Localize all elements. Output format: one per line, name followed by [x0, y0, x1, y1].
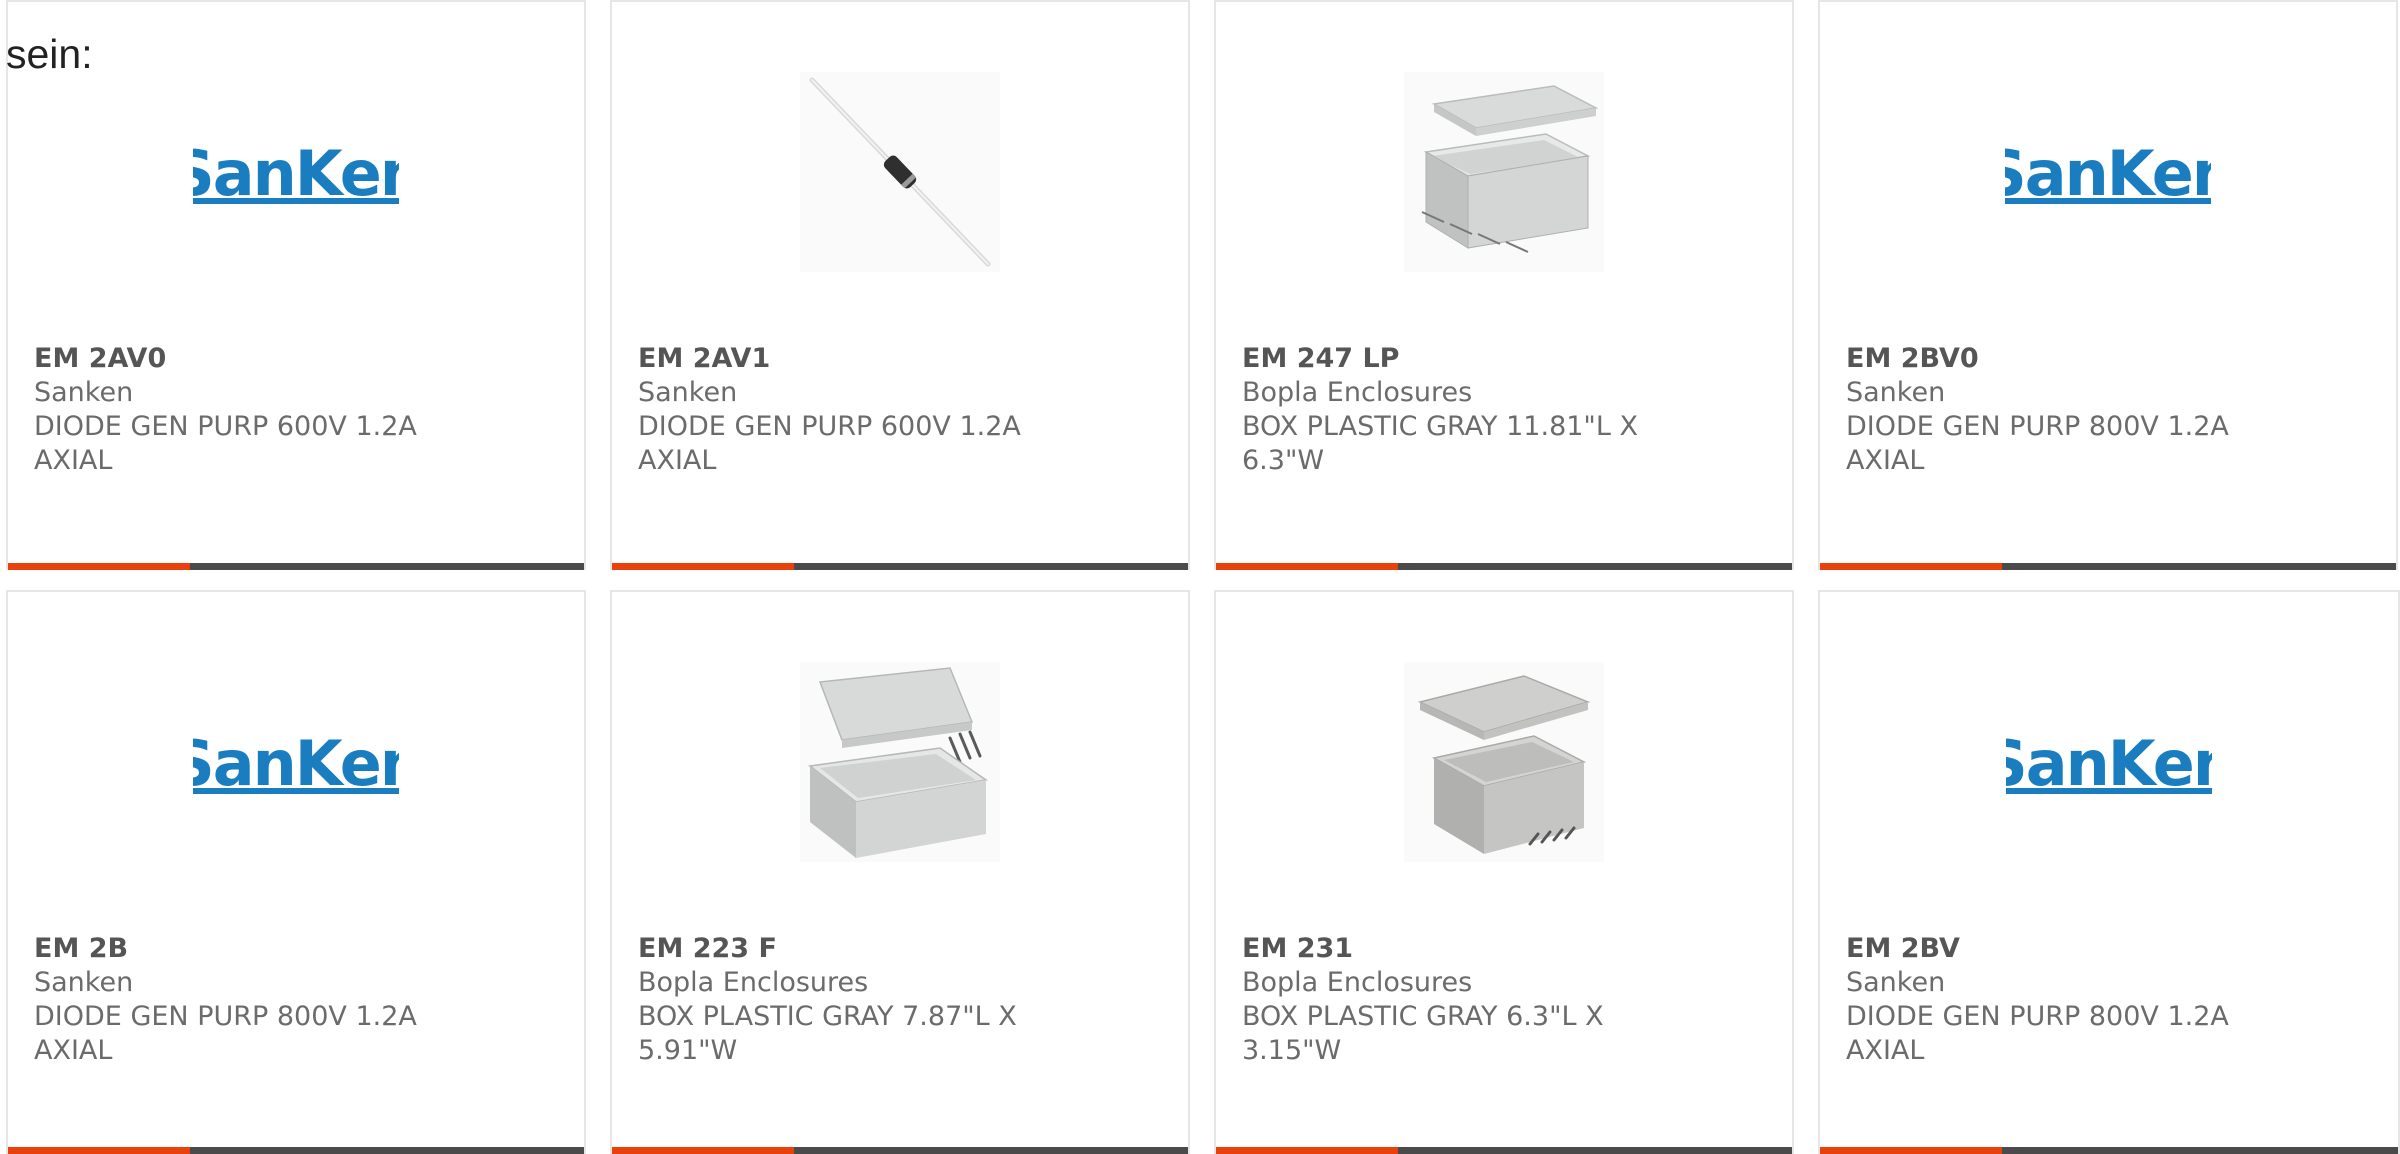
product-description: DIODE GEN PURP 800V 1.2A AXIAL [1846, 1001, 2229, 1066]
card-bottom-bar [1216, 1147, 1792, 1154]
product-description: DIODE GEN PURP 800V 1.2A AXIAL [34, 1001, 417, 1066]
product-image[interactable]: SanKen [8, 62, 584, 282]
plastic-enclosure-image [1404, 72, 1604, 272]
card-accent [1216, 1147, 1398, 1154]
product-description: DIODE GEN PURP 800V 1.2A AXIAL [1846, 411, 2229, 476]
card-accent [8, 1147, 190, 1154]
manufacturer: Bopla Enclosures [1242, 377, 1473, 408]
part-number[interactable]: EM 231 [1242, 932, 1662, 966]
part-number[interactable]: EM 2B [34, 932, 454, 966]
product-image[interactable]: SanKen [1820, 652, 2398, 872]
part-number[interactable]: EM 2AV0 [34, 342, 454, 376]
manufacturer: Sanken [1846, 967, 1946, 998]
card-accent [612, 563, 794, 570]
product-image[interactable] [1216, 62, 1792, 282]
product-description: DIODE GEN PURP 600V 1.2A AXIAL [638, 411, 1021, 476]
product-description: BOX PLASTIC GRAY 6.3"L X 3.15"W [1242, 1001, 1604, 1066]
product-description: DIODE GEN PURP 600V 1.2A AXIAL [34, 411, 417, 476]
card-accent [1820, 1147, 2002, 1154]
card-accent [1216, 563, 1398, 570]
product-card[interactable]: EM 231 Bopla Enclosures BOX PLASTIC GRAY… [1214, 590, 1794, 1154]
card-accent [612, 1147, 794, 1154]
product-card[interactable]: SanKen EM 2BV0 Sanken DIODE GEN PURP 800… [1818, 0, 2398, 570]
product-image[interactable]: SanKen [8, 652, 584, 872]
product-image[interactable] [612, 652, 1188, 872]
svg-text:SanKen: SanKen [2005, 139, 2211, 205]
svg-text:SanKen: SanKen [193, 729, 399, 795]
card-accent [1820, 563, 2002, 570]
sanken-logo: SanKen [193, 729, 399, 795]
card-bottom-bar [1216, 563, 1792, 570]
card-bottom-bar [1820, 1147, 2398, 1154]
product-card[interactable]: SanKen EM 2B Sanken DIODE GEN PURP 800V … [6, 590, 586, 1154]
part-number[interactable]: EM 2BV0 [1846, 342, 2266, 376]
manufacturer: Sanken [638, 377, 738, 408]
card-bottom-bar [612, 1147, 1188, 1154]
part-number[interactable]: EM 2BV [1846, 932, 2266, 966]
manufacturer: Sanken [34, 967, 134, 998]
manufacturer: Sanken [34, 377, 134, 408]
sanken-logo: SanKen [2006, 729, 2212, 795]
card-bottom-bar [612, 563, 1188, 570]
svg-text:SanKen: SanKen [193, 139, 399, 205]
card-accent [8, 563, 190, 570]
manufacturer: Sanken [1846, 377, 1946, 408]
product-image[interactable]: SanKen [1820, 62, 2396, 282]
intro-text: sein: [6, 31, 93, 77]
product-card[interactable]: EM 223 F Bopla Enclosures BOX PLASTIC GR… [610, 590, 1190, 1154]
product-description: BOX PLASTIC GRAY 7.87"L X 5.91"W [638, 1001, 1017, 1066]
product-card[interactable]: EM 247 LP Bopla Enclosures BOX PLASTIC G… [1214, 0, 1794, 570]
sanken-logo: SanKen [2005, 139, 2211, 205]
product-card[interactable]: SanKen EM 2BV Sanken DIODE GEN PURP 800V… [1818, 590, 2400, 1154]
product-description: BOX PLASTIC GRAY 11.81"L X 6.3"W [1242, 411, 1638, 476]
card-bottom-bar [8, 1147, 584, 1154]
card-bottom-bar [1820, 563, 2396, 570]
axial-diode-image [800, 72, 1000, 272]
sanken-logo: SanKen [193, 139, 399, 205]
product-grid: SanKen EM 2AV0 Sanken DIODE GEN PURP 600… [0, 0, 2400, 1154]
product-card[interactable]: EM 2AV1 Sanken DIODE GEN PURP 600V 1.2A … [610, 0, 1190, 570]
plastic-enclosure-image [800, 662, 1000, 862]
manufacturer: Bopla Enclosures [638, 967, 869, 998]
manufacturer: Bopla Enclosures [1242, 967, 1473, 998]
plastic-enclosure-image [1404, 662, 1604, 862]
part-number[interactable]: EM 223 F [638, 932, 1058, 966]
product-image[interactable] [1216, 652, 1792, 872]
part-number[interactable]: EM 247 LP [1242, 342, 1662, 376]
card-bottom-bar [8, 563, 584, 570]
product-card[interactable]: SanKen EM 2AV0 Sanken DIODE GEN PURP 600… [6, 0, 586, 570]
product-image[interactable] [612, 62, 1188, 282]
part-number[interactable]: EM 2AV1 [638, 342, 1058, 376]
svg-text:SanKen: SanKen [2006, 729, 2212, 795]
